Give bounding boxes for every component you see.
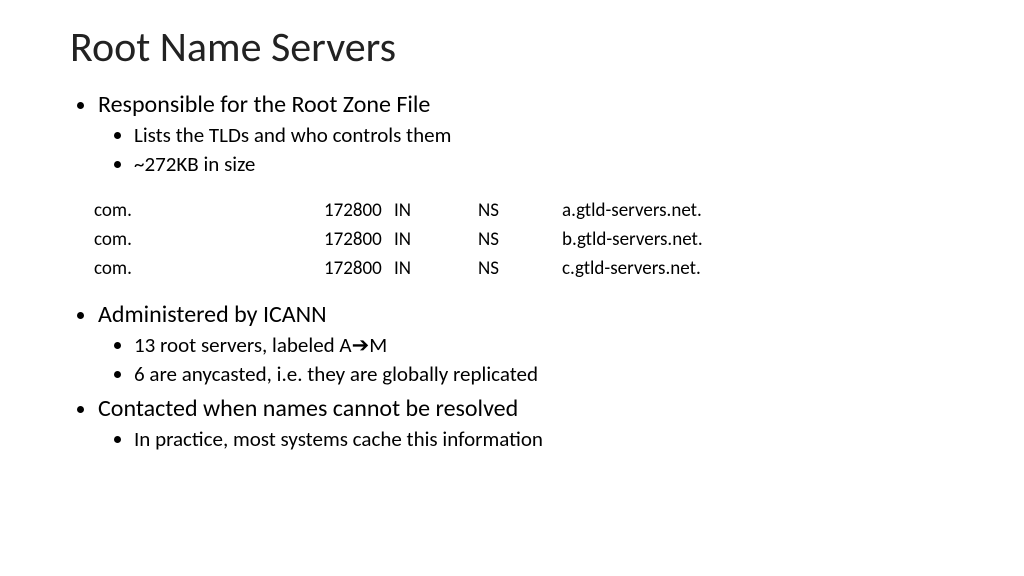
cell-name: com. [94, 254, 324, 283]
bullet-list-2: Administered by ICANN 13 root servers, l… [76, 301, 954, 452]
slide: Root Name Servers Responsible for the Ro… [0, 0, 1024, 576]
cell-ttl: 172800 [324, 196, 394, 225]
sub-bullet-list: Lists the TLDs and who controls them ~27… [112, 122, 954, 179]
sub-bullet-item: ~272KB in size [134, 151, 954, 178]
bullet-item: Responsible for the Root Zone File Lists… [98, 91, 954, 178]
sub-bullet-item: 13 root servers, labeled A➔M [134, 332, 954, 359]
cell-ttl: 172800 [324, 254, 394, 283]
bullet-text: Responsible for the Root Zone File [98, 90, 430, 119]
cell-name: com. [94, 225, 324, 254]
cell-value: a.gtld-servers.net. [562, 196, 703, 225]
table-row: com. 172800 IN NS b.gtld-servers.net. [94, 225, 703, 254]
sub-bullet-item: Lists the TLDs and who controls them [134, 122, 954, 149]
cell-ttl: 172800 [324, 225, 394, 254]
sub-bullet-item: 6 are anycasted, i.e. they are globally … [134, 361, 954, 388]
label-pre: 13 root servers, labeled A [134, 332, 352, 358]
bullet-text: Administered by ICANN [98, 300, 327, 329]
zone-file-table: com. 172800 IN NS a.gtld-servers.net. co… [94, 196, 703, 283]
table-row: com. 172800 IN NS c.gtld-servers.net. [94, 254, 703, 283]
bullet-item: Administered by ICANN 13 root servers, l… [98, 301, 954, 388]
cell-type: NS [478, 225, 562, 254]
cell-class: IN [394, 254, 478, 283]
sub-bullet-list: In practice, most systems cache this inf… [112, 426, 954, 453]
slide-title: Root Name Servers [70, 22, 954, 73]
cell-type: NS [478, 254, 562, 283]
cell-name: com. [94, 196, 324, 225]
cell-value: b.gtld-servers.net. [562, 225, 703, 254]
arrow-right-icon: ➔ [352, 332, 370, 358]
cell-class: IN [394, 225, 478, 254]
cell-class: IN [394, 196, 478, 225]
bullet-text: Contacted when names cannot be resolved [98, 394, 518, 423]
sub-bullet-item: In practice, most systems cache this inf… [134, 426, 954, 453]
bullet-item: Contacted when names cannot be resolved … [98, 395, 954, 453]
table-row: com. 172800 IN NS a.gtld-servers.net. [94, 196, 703, 225]
cell-type: NS [478, 196, 562, 225]
bullet-list-1: Responsible for the Root Zone File Lists… [76, 91, 954, 178]
label-post: M [369, 332, 387, 358]
cell-value: c.gtld-servers.net. [562, 254, 703, 283]
sub-bullet-list: 13 root servers, labeled A➔M 6 are anyca… [112, 332, 954, 389]
